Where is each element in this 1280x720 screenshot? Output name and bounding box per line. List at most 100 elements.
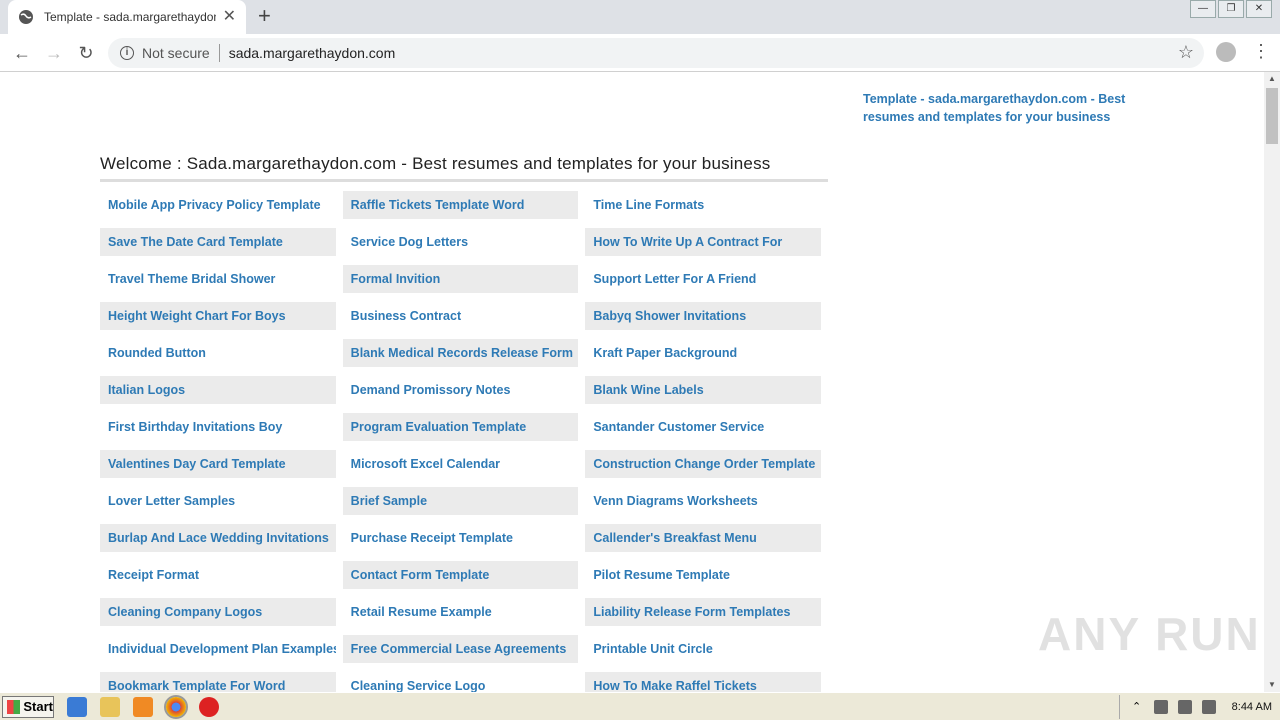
anyrun-watermark: ANY RUN [1038,608,1261,660]
template-link[interactable]: How To Write Up A Contract For [585,228,822,256]
template-link[interactable]: Microsoft Excel Calendar [343,450,579,478]
minimize-icon[interactable]: — [1190,0,1216,18]
scroll-thumb[interactable] [1266,88,1278,144]
chrome-icon[interactable] [164,694,188,719]
template-link[interactable]: Cleaning Service Logo [343,672,579,692]
template-link[interactable]: Lover Letter Samples [100,487,336,515]
template-link[interactable]: Bookmark Template For Word [100,672,336,692]
bookmark-star-icon[interactable]: ☆ [1178,42,1194,63]
close-tab-icon[interactable]: ✕ [223,9,236,25]
browser-toolbar: ← → ↻ i Not secure sada.margarethaydon.c… [0,34,1280,72]
template-link[interactable]: Blank Wine Labels [585,376,822,404]
windows-taskbar: Start ⌃ 8:44 AM [0,692,1280,720]
template-link[interactable]: Liability Release Form Templates [585,598,822,626]
start-button[interactable]: Start [2,695,54,718]
tab-title: Template - sada.margarethaydon.com [44,10,216,24]
reload-icon[interactable]: ↻ [75,42,97,64]
template-link[interactable]: Brief Sample [342,487,579,515]
link-row: Burlap And Lace Wedding Invitations Purch… [100,524,828,561]
template-link[interactable]: Contact Form Template [342,561,579,589]
template-link[interactable]: Purchase Receipt Template [343,524,579,552]
forward-arrow-icon[interactable]: → [43,42,65,64]
link-row: First Birthday Invitations Boy Program Ev… [100,413,828,450]
link-row: Bookmark Template For Word Cleaning Servi… [100,672,828,692]
back-arrow-icon[interactable]: ← [11,42,33,64]
page-title: Welcome : Sada.margarethaydon.com - Best… [100,154,771,173]
media-player-icon[interactable] [133,696,153,717]
new-tab-icon[interactable]: + [258,5,271,27]
vertical-scrollbar[interactable]: ▲ ▼ [1264,72,1280,692]
network-icon[interactable] [1153,700,1168,714]
template-link[interactable]: Printable Unit Circle [585,635,821,663]
link-row: Italian Logos Demand Promissory Notes Blan… [100,376,828,413]
window-controls: — ❐ ✕ [1188,0,1272,18]
link-grid: Mobile App Privacy Policy Template Raffle… [100,191,828,692]
template-link[interactable]: Callender's Breakfast Menu [585,524,822,552]
template-link[interactable]: Mobile App Privacy Policy Template [100,191,336,219]
omnibox-divider [218,44,220,62]
template-link[interactable]: Formal Invition [342,265,579,293]
template-link[interactable]: Pilot Resume Template [585,561,821,589]
template-link[interactable]: Construction Change Order Template [585,450,822,478]
folder-icon[interactable] [100,696,120,717]
template-link[interactable]: Support Letter For A Friend [585,265,821,293]
address-bar[interactable]: i Not secure sada.margarethaydon.com ☆ [108,38,1204,68]
template-link[interactable]: Cleaning Company Logos [100,598,336,626]
link-row: Lover Letter Samples Brief Sample Venn Dia… [100,487,828,524]
browser-tab[interactable]: Template - sada.margarethaydon.com ✕ [8,0,246,34]
template-link[interactable]: How To Make Raffel Tickets [585,672,822,692]
link-row: Valentines Day Card Template Microsoft Ex… [100,450,828,487]
template-link[interactable]: Kraft Paper Background [585,339,821,367]
template-link[interactable]: Service Dog Letters [343,228,579,256]
template-link[interactable]: Santander Customer Service [585,413,821,441]
template-link[interactable]: Retail Resume Example [343,598,579,626]
template-link[interactable]: Rounded Button [100,339,336,367]
template-link[interactable]: First Birthday Invitations Boy [100,413,336,441]
browser-titlebar: Template - sada.margarethaydon.com ✕ + —… [0,0,1280,34]
page-viewport: Template - sada.margarethaydon.com - Bes… [0,72,1264,692]
scroll-down-icon[interactable]: ▼ [1264,678,1280,692]
windows-logo-icon [7,699,21,714]
template-link[interactable]: Babyq Shower Invitations [585,302,822,330]
template-link[interactable]: Time Line Formats [585,191,821,219]
link-row: Individual Development Plan Examples Free… [100,635,828,672]
template-link[interactable]: Program Evaluation Template [342,413,579,441]
link-row: Receipt Format Contact Form Template Pilot… [100,561,828,598]
profile-avatar[interactable] [1216,42,1236,62]
close-window-icon[interactable]: ✕ [1246,0,1272,18]
template-link[interactable]: Save The Date Card Template [100,228,336,256]
template-link[interactable]: Demand Promissory Notes [343,376,579,404]
action-center-flag-icon[interactable] [1201,700,1216,714]
template-link[interactable]: Raffle Tickets Template Word [342,191,579,219]
scroll-up-icon[interactable]: ▲ [1264,72,1280,86]
menu-kebab-icon[interactable]: ⋮ [1252,41,1270,61]
title-divider [100,179,828,182]
restore-icon[interactable]: ❐ [1218,0,1244,18]
template-link[interactable]: Travel Theme Bridal Shower [100,265,336,293]
security-alert-icon[interactable] [199,696,219,717]
template-link[interactable]: Venn Diagrams Worksheets [585,487,821,515]
url-text[interactable]: sada.margarethaydon.com [229,45,396,61]
link-row: Travel Theme Bridal Shower Formal Invitio… [100,265,828,302]
template-link[interactable]: Blank Medical Records Release Form [342,339,579,367]
template-link[interactable]: Free Commercial Lease Agreements [342,635,579,663]
template-link[interactable]: Italian Logos [100,376,336,404]
template-link[interactable]: Valentines Day Card Template [100,450,336,478]
template-link[interactable]: Height Weight Chart For Boys [100,302,336,330]
link-row: Rounded Button Blank Medical Records Rele… [100,339,828,376]
start-label: Start [23,699,53,714]
template-link[interactable]: Business Contract [343,302,579,330]
link-row: Cleaning Company Logos Retail Resume Exam… [100,598,828,635]
link-row: Mobile App Privacy Policy Template Raffle… [100,191,828,228]
security-label: Not secure [142,45,210,61]
template-link[interactable]: Receipt Format [100,561,336,589]
template-link[interactable]: Burlap And Lace Wedding Invitations [100,524,336,552]
volume-icon[interactable] [1177,700,1192,714]
tray-expand-icon[interactable]: ⌃ [1130,700,1144,714]
sidebar-title-link[interactable]: Template - sada.margarethaydon.com - Bes… [863,90,1133,126]
globe-icon [19,10,33,24]
info-icon[interactable]: i [120,46,134,60]
template-link[interactable]: Individual Development Plan Examples [100,635,336,663]
ie-icon[interactable] [67,696,87,717]
clock: 8:44 AM [1231,701,1272,713]
